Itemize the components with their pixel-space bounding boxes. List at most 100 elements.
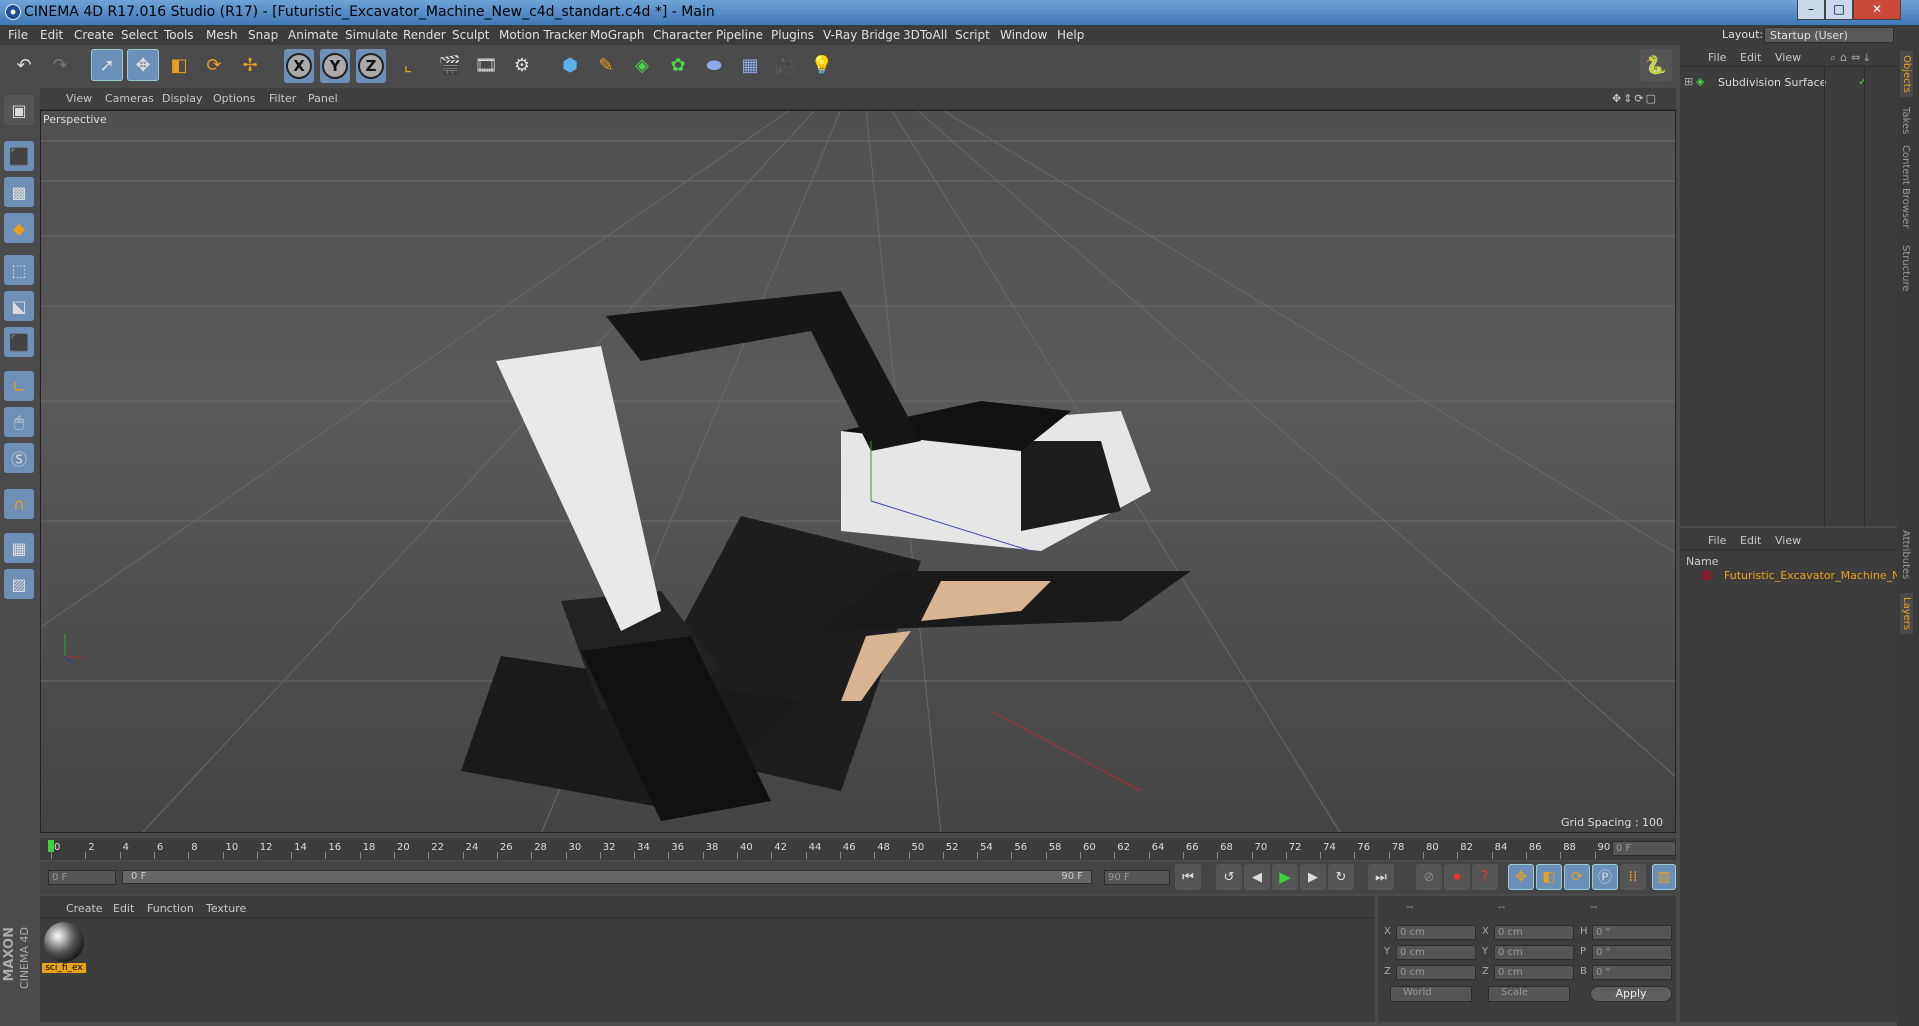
texture-mode-icon[interactable]: ▩ (4, 177, 34, 207)
autokeying-icon[interactable]: ? (1472, 864, 1498, 890)
subdivision-surface-icon[interactable]: ◈ (626, 49, 658, 81)
undo-icon[interactable]: ↶ (8, 49, 40, 81)
render-picture-viewer-icon[interactable]: 🎞 (470, 49, 502, 81)
move-icon[interactable]: ✥ (127, 49, 159, 81)
live-selection-icon[interactable]: ➚ (91, 49, 123, 81)
points-mode-icon[interactable]: ⬚ (4, 255, 34, 285)
menu-snap[interactable]: Snap (248, 25, 278, 45)
menu-edit[interactable]: Edit (40, 25, 63, 45)
apply-button[interactable]: Apply (1590, 986, 1672, 1002)
menu-simulate[interactable]: Simulate (345, 25, 398, 45)
tab-structure[interactable]: Structure (1900, 245, 1911, 292)
previous-key-icon[interactable]: ↺ (1216, 864, 1242, 890)
layer-menu-view[interactable]: View (1775, 534, 1801, 547)
go-to-start-icon[interactable]: ⏮ (1175, 864, 1201, 890)
size-mode-dropdown[interactable]: Scale (1488, 986, 1570, 1002)
next-frame-icon[interactable]: ▶ (1300, 864, 1326, 890)
menu-help[interactable]: Help (1057, 25, 1084, 45)
axis-mode-icon[interactable]: ∟ (4, 371, 34, 401)
viewport-nav-icons[interactable]: ✥⇕⟳▢ (1612, 92, 1658, 105)
coord-system-dropdown[interactable]: World (1390, 986, 1472, 1002)
layer-name[interactable]: Futuristic_Excavator_Machine_New (1724, 569, 1897, 582)
tab-content-browser[interactable]: Content Browser (1900, 145, 1911, 228)
end-frame-field[interactable] (1104, 870, 1170, 885)
transform-icon[interactable]: ✢ (234, 49, 266, 81)
vp-menu-display[interactable]: Display (162, 92, 203, 105)
maximize-button[interactable]: □ (1825, 0, 1853, 20)
magnet-icon[interactable]: ∩ (4, 489, 34, 519)
key-parameter-icon[interactable]: Ⓟ (1592, 864, 1618, 890)
redo-icon[interactable]: ↷ (44, 49, 76, 81)
timeline-range-slider[interactable]: 0 F 90 F (122, 870, 1092, 884)
perspective-viewport[interactable]: Perspective Grid Spacing : 100 cm (40, 110, 1676, 833)
timeline-layout-icon[interactable]: ▥ (1652, 864, 1676, 890)
obj-menu-file[interactable]: File (1708, 51, 1726, 64)
size-z-field[interactable] (1494, 965, 1574, 980)
menu-sculpt[interactable]: Sculpt (452, 25, 489, 45)
python-icon[interactable]: 🐍 (1640, 49, 1672, 81)
position-y-field[interactable] (1396, 945, 1476, 960)
pen-spline-icon[interactable]: ✎ (590, 49, 622, 81)
excavator-model[interactable] (41, 111, 1676, 833)
layer-row[interactable]: Futuristic_Excavator_Machine_New (1680, 568, 1897, 584)
menu-plugins[interactable]: Plugins (771, 25, 814, 45)
snap-icon[interactable]: Ⓢ (4, 443, 34, 473)
minimize-button[interactable]: – (1797, 0, 1825, 20)
z-axis-lock-icon[interactable]: Z (358, 53, 384, 79)
menu-window[interactable]: Window (1000, 25, 1047, 45)
key-scale-icon[interactable]: ◧ (1536, 864, 1562, 890)
key-pla-icon[interactable]: ⁞⁞ (1620, 864, 1646, 890)
layer-menu-edit[interactable]: Edit (1740, 534, 1761, 547)
menu-render[interactable]: Render (403, 25, 446, 45)
menu-mograph[interactable]: MoGraph (590, 25, 645, 45)
workplane-icon[interactable]: ◆ (4, 213, 34, 243)
tab-takes[interactable]: Takes (1900, 107, 1911, 134)
floor-icon[interactable]: ▦ (734, 49, 766, 81)
model-mode-icon[interactable]: ⬛ (4, 141, 34, 171)
rotation-h-field[interactable] (1592, 925, 1672, 940)
position-x-field[interactable] (1396, 925, 1476, 940)
size-x-field[interactable] (1494, 925, 1574, 940)
play-icon[interactable]: ▶ (1272, 864, 1298, 890)
rotate-icon[interactable]: ⟳ (198, 49, 230, 81)
vp-menu-view[interactable]: View (66, 92, 92, 105)
coordinate-system-icon[interactable]: ⌞ (392, 49, 424, 81)
start-frame-field[interactable] (48, 870, 116, 885)
render-view-icon[interactable]: 🎬 (434, 49, 466, 81)
x-axis-lock-icon[interactable]: X (286, 53, 312, 79)
material-swatch[interactable]: sci_fi_ex (42, 920, 86, 975)
object-enabled-icon[interactable]: ✓ (1858, 75, 1867, 88)
mat-menu-create[interactable]: Create (66, 902, 103, 915)
obj-menu-edit[interactable]: Edit (1740, 51, 1761, 64)
key-rotation-icon[interactable]: ⟳ (1564, 864, 1590, 890)
tab-layers[interactable]: Layers (1900, 593, 1913, 635)
menu-file[interactable]: File (8, 25, 28, 45)
expand-icon[interactable]: ⊞ (1684, 75, 1693, 88)
camera-icon[interactable]: 🎥 (770, 49, 802, 81)
timeline-ruler[interactable]: 0 2 4 6 8 10 12 14 16 18 20 22 24 26 28 30 32 34 36 38 40 42 4… (40, 838, 1676, 860)
menu-vray-bridge[interactable]: V-Ray Bridge (823, 25, 900, 45)
vp-menu-options[interactable]: Options (213, 92, 255, 105)
layout-dropdown[interactable]: Startup (User) (1764, 27, 1894, 43)
menu-tools[interactable]: Tools (164, 25, 194, 45)
menu-animate[interactable]: Animate (288, 25, 338, 45)
record-keys-icon[interactable]: ⏺ (1444, 864, 1470, 890)
workplane-lock-icon[interactable]: ▦ (4, 533, 34, 563)
rotation-b-field[interactable] (1592, 965, 1672, 980)
size-y-field[interactable] (1494, 945, 1574, 960)
current-frame-field[interactable] (1612, 841, 1676, 856)
planar-workplane-icon[interactable]: ▨ (4, 569, 34, 599)
vp-menu-cameras[interactable]: Cameras (105, 92, 154, 105)
tab-objects[interactable]: Objects (1900, 51, 1913, 97)
close-button[interactable]: ✕ (1853, 0, 1901, 20)
tweak-mode-icon[interactable]: 🖱 (4, 407, 34, 437)
menu-script[interactable]: Script (955, 25, 990, 45)
vp-menu-filter[interactable]: Filter (269, 92, 296, 105)
menu-character[interactable]: Character (653, 25, 712, 45)
cloner-icon[interactable]: ✿ (662, 49, 694, 81)
menu-motion-tracker[interactable]: Motion Tracker (499, 25, 587, 45)
edges-mode-icon[interactable]: ⬕ (4, 291, 34, 321)
y-axis-lock-icon[interactable]: Y (322, 53, 348, 79)
make-editable-icon[interactable]: ▣ (4, 95, 34, 125)
menu-3dtoall[interactable]: 3DToAll (903, 25, 947, 45)
